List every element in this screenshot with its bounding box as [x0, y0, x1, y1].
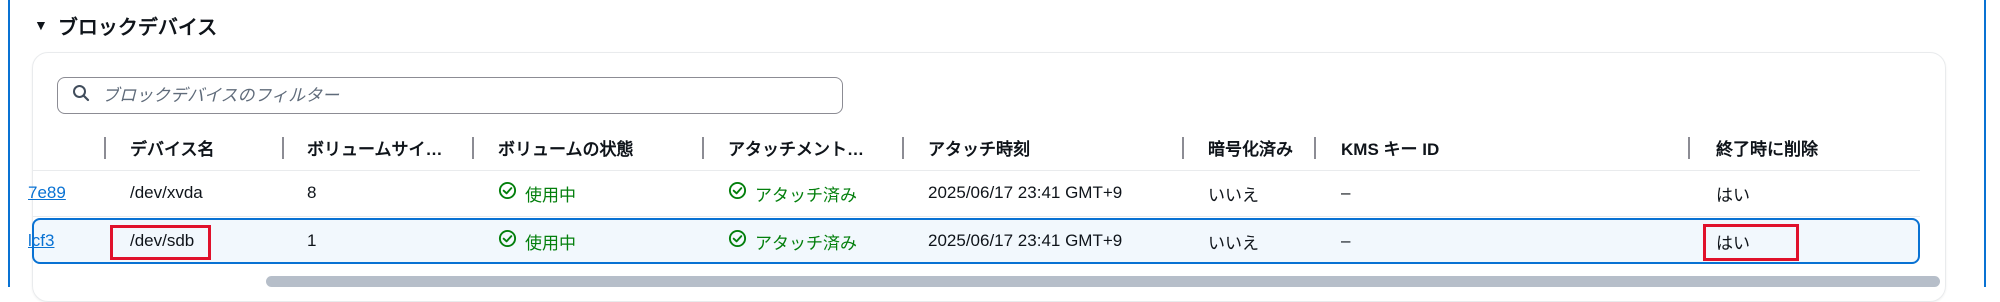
attachment-status: アタッチ済み: [755, 185, 857, 205]
kms-key-id: –: [1341, 183, 1351, 202]
column-header-volume-size[interactable]: ボリュームサイ…: [307, 124, 443, 170]
column-header-attachment[interactable]: アタッチメント…: [728, 124, 864, 170]
attach-time: 2025/06/17 23:41 GMT+9: [928, 231, 1123, 250]
filter-field[interactable]: [57, 77, 843, 114]
encrypted: いいえ: [1208, 233, 1259, 253]
column-divider[interactable]: [1182, 137, 1184, 159]
column-header-kms-key-id[interactable]: KMS キー ID: [1341, 124, 1439, 170]
volume-state: 使用中: [525, 233, 576, 253]
column-header-device-name[interactable]: デバイス名: [130, 124, 215, 170]
success-check-icon: [498, 181, 517, 205]
encrypted: いいえ: [1208, 185, 1259, 205]
success-check-icon: [728, 229, 747, 253]
success-check-icon: [728, 181, 747, 205]
column-divider[interactable]: [702, 137, 704, 159]
delete-on-termination: はい: [1716, 233, 1750, 253]
volume-size: 8: [307, 183, 317, 202]
column-divider[interactable]: [902, 137, 904, 159]
column-header-encrypted[interactable]: 暗号化済み: [1208, 124, 1293, 170]
table-header: デバイス名 ボリュームサイ… ボリュームの状態 アタッチメント… アタッチ時刻 …: [32, 124, 1920, 171]
caret-down-icon: ▼: [34, 17, 48, 33]
volume-id-link[interactable]: lcf3: [28, 231, 54, 251]
search-icon: [72, 84, 90, 107]
table-row[interactable]: 7e89 /dev/xvda 8 使用中 アタッチ済み 2025/06/17 2…: [28, 170, 1920, 217]
column-header-delete-on-termination[interactable]: 終了時に削除: [1716, 124, 1818, 170]
volume-id-link[interactable]: 7e89: [28, 183, 66, 203]
delete-on-termination: はい: [1716, 185, 1750, 205]
block-devices-section-toggle[interactable]: ▼ ブロックデバイス: [34, 10, 217, 40]
column-header-volume-state[interactable]: ボリュームの状態: [498, 124, 634, 170]
table-row-selected[interactable]: lcf3 /dev/sdb 1 使用中 アタッチ済み 2025/06/17 23…: [28, 218, 1920, 264]
attach-time: 2025/06/17 23:41 GMT+9: [928, 183, 1123, 202]
attachment-status: アタッチ済み: [755, 233, 857, 253]
column-divider[interactable]: [1314, 137, 1316, 159]
device-name: /dev/sdb: [130, 231, 195, 250]
filter-input[interactable]: [100, 79, 842, 112]
volume-state: 使用中: [525, 185, 576, 205]
horizontal-scrollbar-thumb[interactable]: [266, 276, 1940, 287]
column-divider[interactable]: [472, 137, 474, 159]
column-divider[interactable]: [1688, 137, 1690, 159]
kms-key-id: –: [1341, 231, 1351, 250]
success-check-icon: [498, 229, 517, 253]
device-name: /dev/xvda: [130, 183, 203, 202]
column-header-attach-time[interactable]: アタッチ時刻: [928, 124, 1030, 170]
section-title: ブロックデバイス: [57, 16, 218, 39]
column-divider[interactable]: [104, 137, 106, 159]
volume-size: 1: [307, 231, 317, 250]
column-divider[interactable]: [282, 137, 284, 159]
